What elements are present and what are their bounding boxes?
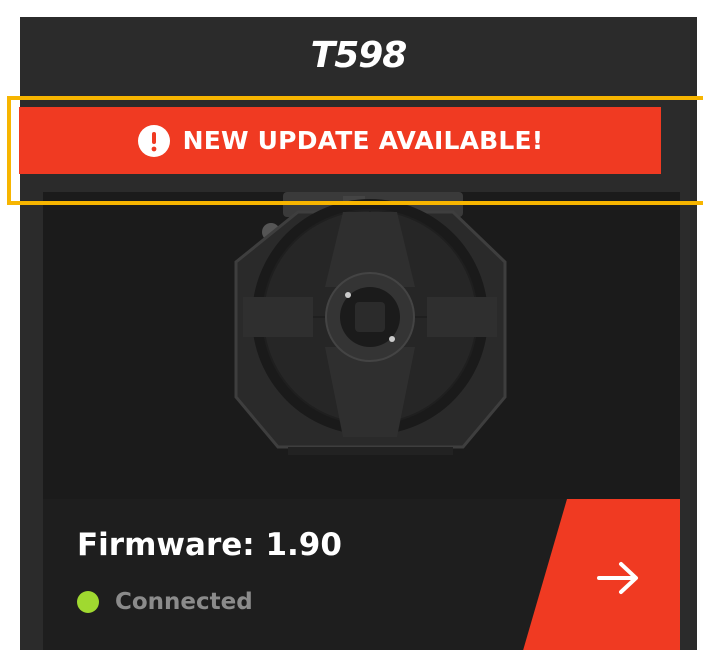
update-banner-text: NEW UPDATE AVAILABLE! bbox=[182, 126, 544, 155]
status-dot-icon bbox=[77, 591, 99, 613]
device-name: T598 bbox=[310, 35, 408, 76]
update-banner[interactable]: NEW UPDATE AVAILABLE! bbox=[19, 107, 661, 174]
connection-status: Connected bbox=[77, 589, 253, 615]
open-device-button[interactable] bbox=[522, 499, 680, 650]
status-label: Connected bbox=[115, 589, 253, 615]
arrow-right-icon bbox=[597, 562, 638, 594]
alert-circle-icon bbox=[137, 124, 170, 157]
device-image bbox=[43, 192, 680, 499]
device-footer: Firmware: 1.90 Connected bbox=[43, 499, 680, 650]
firmware-version: Firmware: 1.90 bbox=[77, 527, 342, 563]
wheel-base-illustration bbox=[234, 192, 507, 455]
